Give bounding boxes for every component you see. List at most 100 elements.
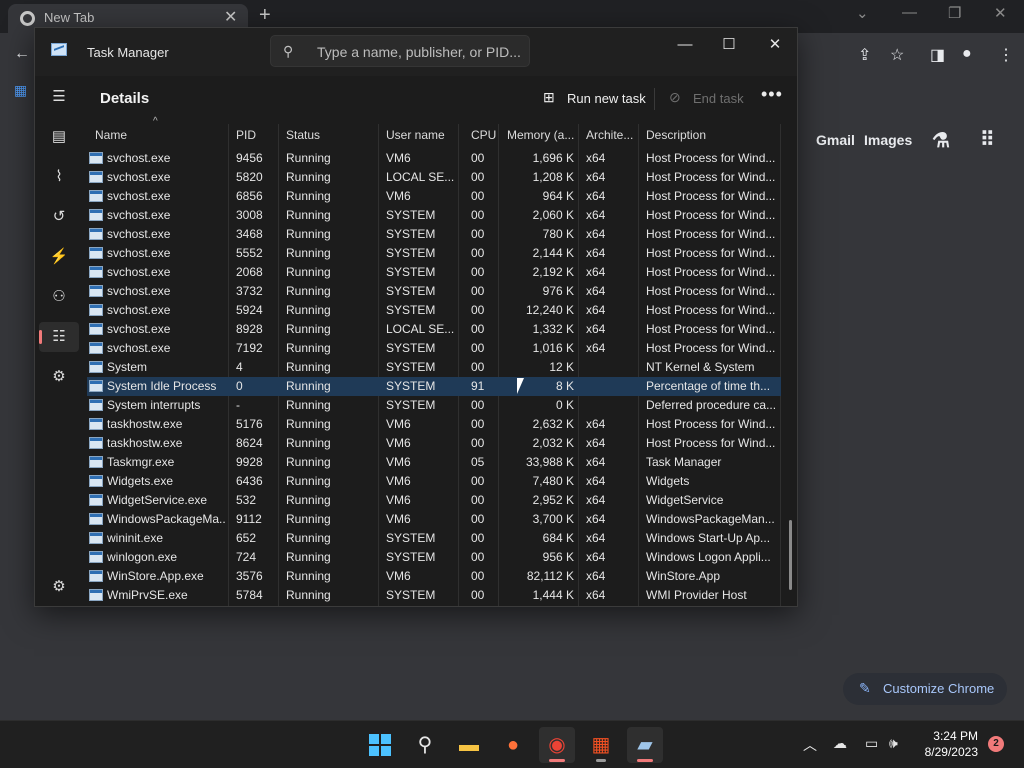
chrome-taskbar-icon[interactable]: ◉ [539,727,575,763]
share-icon[interactable]: ⇪ [858,45,871,65]
customize-chrome-button[interactable]: ✎ Customize Chrome [843,673,1007,705]
table-row[interactable]: svchost.exe 3008 Running SYSTEM 00 2,060 K x64… [87,206,781,225]
cell-arch: x64 [586,588,606,602]
table-row[interactable]: svchost.exe 8928 Running LOCAL SE... 00 1,332… [87,320,781,339]
cell-cpu: 00 [471,151,485,165]
process-icon [89,247,103,259]
apps-bookmark-icon[interactable]: ▦ [14,82,27,99]
hamburger-menu-icon[interactable]: ☰ [39,82,79,112]
chrome-menu-icon[interactable]: ⋮ [998,45,1014,65]
search-taskbar-icon[interactable]: ⚲ [407,727,443,763]
notification-badge[interactable]: 2 [988,736,1004,752]
cell-status: Running [286,246,331,260]
sort-ascending-icon: ^ [153,116,158,127]
nav-processes-icon[interactable]: ▤ [39,122,79,152]
table-row[interactable]: wininit.exe 652 Running SYSTEM 00 684 K x64 Win… [87,529,781,548]
file-explorer-icon[interactable]: ▬ [451,727,487,763]
nav-startup-apps-icon[interactable]: ⚡ [39,242,79,272]
cell-arch: x64 [586,512,606,526]
table-row[interactable]: WinStore.App.exe 3576 Running VM6 00 82,112 K… [87,567,781,586]
bookmark-star-icon[interactable]: ☆ [890,45,904,65]
process-icon [89,513,103,525]
table-row[interactable]: svchost.exe 5552 Running SYSTEM 00 2,144 K x64… [87,244,781,263]
column-header-memory[interactable]: Memory (a... [507,128,574,142]
chrome-restore-button[interactable]: ❐ [948,4,961,22]
process-name: svchost.exe [107,284,171,298]
column-header-description[interactable]: Description [646,128,706,142]
table-row[interactable]: svchost.exe 9456 Running VM6 00 1,696 K x64 Hos… [87,149,781,168]
nav-services-icon[interactable]: ⚙ [39,362,79,392]
search-box[interactable]: ⚲ Type a name, publisher, or PID... [270,35,530,67]
clock-time[interactable]: 3:24 PM [922,729,978,743]
table-row[interactable]: svchost.exe 3468 Running SYSTEM 00 780 K x64 Ho… [87,225,781,244]
table-row[interactable]: svchost.exe 2068 Running SYSTEM 00 2,192 K x64… [87,263,781,282]
table-row[interactable]: WindowsPackageMa... 9112 Running VM6 00 3,700… [87,510,781,529]
nav-app-history-icon[interactable]: ↺ [39,202,79,232]
new-tab-button[interactable]: + [259,4,271,27]
labs-flask-icon[interactable]: ⚗ [932,128,950,153]
table-row[interactable]: Taskmgr.exe 9928 Running VM6 05 33,988 K x64 Ta… [87,453,781,472]
volume-icon[interactable]: 🕪 [889,735,898,752]
cell-pid: 532 [236,493,257,507]
gmail-link[interactable]: Gmail [816,132,855,148]
search-input[interactable]: Type a name, publisher, or PID... [317,44,521,60]
show-hidden-icons-chevron-icon[interactable]: ︿ [803,735,817,755]
firefox-icon[interactable]: ● [495,727,531,763]
column-header-name[interactable]: Name [95,128,127,142]
table-row[interactable]: Widgets.exe 6436 Running VM6 00 7,480 K x64 Wid… [87,472,781,491]
task-manager-taskbar-icon[interactable]: ▰ [627,727,663,763]
microsoft-store-icon[interactable]: ▦ [583,727,619,763]
chrome-close-button[interactable]: ✕ [994,4,1007,22]
tab-search-chevron-icon[interactable]: ⌄ [856,4,869,22]
start-button[interactable] [362,727,398,763]
table-row[interactable]: WmiPrvSE.exe 5784 Running SYSTEM 00 1,444 K x6… [87,586,781,605]
column-header-architecture[interactable]: Archite... [586,128,633,142]
table-row[interactable]: winlogon.exe 724 Running SYSTEM 00 956 K x64 Wi… [87,548,781,567]
onedrive-offline-icon[interactable]: ☁ [833,735,847,752]
table-row[interactable]: svchost.exe 5820 Running LOCAL SE... 00 1,208… [87,168,781,187]
back-icon[interactable]: ← [14,45,30,63]
vertical-scrollbar[interactable] [789,520,792,590]
cell-memory: 780 K [542,227,574,241]
table-row[interactable]: taskhostw.exe 8624 Running VM6 00 2,032 K x64 H… [87,434,781,453]
side-panel-icon[interactable]: ◨ [930,45,945,65]
cell-cpu: 00 [471,474,485,488]
process-icon [89,323,103,335]
settings-gear-icon[interactable]: ⚙ [39,572,79,602]
google-apps-grid-icon[interactable]: ⠿ [980,127,995,152]
table-row[interactable]: svchost.exe 5924 Running SYSTEM 00 12,240 K x6… [87,301,781,320]
nav-users-icon[interactable]: ⚇ [39,282,79,312]
nav-details-icon[interactable]: ☷ [39,322,79,352]
close-button[interactable]: ✕ [753,32,797,58]
network-icon[interactable]: ▭ [865,735,878,752]
profile-icon[interactable]: ● [962,45,972,63]
table-row[interactable]: System Idle Process 0 Running SYSTEM 91 8 K Pe… [87,377,781,396]
process-name: svchost.exe [107,208,171,222]
column-header-pid[interactable]: PID [236,128,256,142]
more-options-icon[interactable]: ••• [761,84,783,105]
images-link[interactable]: Images [864,132,912,148]
minimize-button[interactable]: — [663,32,707,58]
running-indicator [596,759,606,762]
process-icon [89,152,103,164]
table-row[interactable]: taskhostw.exe 5176 Running VM6 00 2,632 K x64 H… [87,415,781,434]
column-header-cpu[interactable]: CPU [471,128,496,142]
table-row[interactable]: svchost.exe 7192 Running SYSTEM 00 1,016 K x64… [87,339,781,358]
cell-memory: 7,480 K [532,474,574,488]
table-row[interactable]: svchost.exe 3732 Running SYSTEM 00 976 K x64 Ho… [87,282,781,301]
process-name: taskhostw.exe [107,417,183,431]
maximize-button[interactable]: ☐ [707,32,751,58]
clock-date[interactable]: 8/29/2023 [918,745,978,759]
table-row[interactable]: svchost.exe 6856 Running VM6 00 964 K x64 Host … [87,187,781,206]
table-row[interactable]: System 4 Running SYSTEM 00 12 K NT Kernel & Sy… [87,358,781,377]
cell-memory: 33,988 K [525,455,574,469]
table-row[interactable]: System interrupts - Running SYSTEM 00 0 K Defe… [87,396,781,415]
windows-logo-icon [369,734,391,756]
table-row[interactable]: WidgetService.exe 532 Running VM6 00 2,952 K x… [87,491,781,510]
chrome-minimize-button[interactable]: — [902,4,917,21]
close-tab-icon[interactable]: ✕ [224,7,237,27]
column-header-status[interactable]: Status [286,128,320,142]
column-header-user-name[interactable]: User name [386,128,445,142]
process-icon [89,494,103,506]
nav-performance-icon[interactable]: ⌇ [39,162,79,192]
